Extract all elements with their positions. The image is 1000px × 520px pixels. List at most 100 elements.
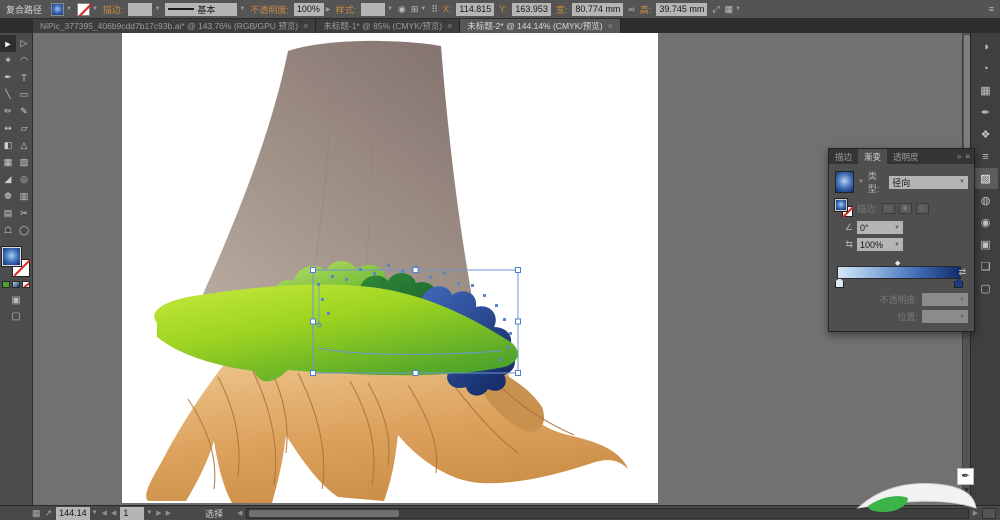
stroke-color-picker[interactable]: ▼ (77, 3, 98, 16)
stroke-gradient-within-button[interactable]: ▭ (882, 203, 895, 214)
tool-shape-builder[interactable]: ◧ (0, 137, 16, 154)
close-icon[interactable]: × (303, 21, 308, 31)
gradient-thumbnail[interactable] (835, 171, 854, 193)
dock-icon-artboards[interactable]: ▢ (974, 278, 998, 299)
window-resize-corner[interactable] (982, 508, 996, 519)
y-input[interactable]: 163.953 (512, 3, 551, 16)
dock-icon-gradient[interactable]: ▨ (974, 168, 998, 189)
gradient-angle-input[interactable]: 0°▼ (857, 221, 903, 234)
dock-icon-symbols[interactable]: ❖ (974, 124, 998, 145)
tool-gradient[interactable]: ▨ (16, 154, 32, 171)
hscroll-left-arrow[interactable]: ◀ (237, 509, 242, 517)
x-input[interactable]: 114.815 (456, 3, 494, 16)
document-tab-doc1[interactable]: NiPic_377395_406b9cdd7b17c93b.ai* @ 143.… (33, 19, 316, 33)
screen-mode-icon[interactable]: ▢ (11, 311, 20, 322)
tool-free-transform[interactable]: ▱ (16, 120, 32, 137)
tool-hand[interactable]: ☖ (0, 222, 16, 239)
width-profile-select[interactable]: 基本▼ (165, 3, 245, 16)
height-input[interactable]: 39.745 mm (656, 3, 707, 16)
tool-pen[interactable]: ✒ (0, 69, 16, 86)
none-mode-button[interactable] (22, 281, 30, 288)
transform-expand-icon[interactable]: ⤢ (712, 4, 719, 15)
tool-width-tool[interactable]: ↭ (0, 120, 16, 137)
stroke-gradient-along-button[interactable]: ◉ (899, 203, 912, 214)
fill-proxy-icon[interactable] (2, 247, 21, 266)
opacity-input[interactable]: 100%▶ (294, 3, 331, 16)
tool-symbol-sprayer[interactable]: ❁ (0, 188, 16, 205)
dock-icon-swatches[interactable]: ▦ (974, 80, 998, 101)
recolor-artwork-icon[interactable]: ◉ (398, 4, 406, 15)
tool-mesh[interactable]: ▦ (0, 154, 16, 171)
tool-rectangle[interactable]: ▭ (16, 86, 32, 103)
tool-type[interactable]: T (16, 69, 32, 86)
chevron-down-icon[interactable]: ▼ (858, 179, 864, 185)
horizontal-scrollbar-thumb[interactable] (249, 510, 399, 517)
tool-zoom-tool[interactable]: ◯ (16, 222, 32, 239)
reference-point-locator-icon[interactable]: ⠿ (431, 4, 438, 15)
reverse-gradient-icon[interactable]: ⇄ (958, 267, 966, 278)
dock-icon-transparency[interactable]: ◍ (974, 190, 998, 211)
dock-icon-layers[interactable]: ❏ (974, 256, 998, 277)
previous-artboard-button[interactable]: ◀ (111, 509, 116, 517)
grid-toggle-icon[interactable]: ▦ (32, 508, 41, 519)
fill-stroke-proxy[interactable] (2, 247, 30, 277)
gradient-ramp[interactable] (837, 266, 961, 279)
gradient-aspect-input[interactable]: 100%▼ (857, 238, 903, 251)
gradient-type-select[interactable]: 径向▼ (889, 176, 968, 189)
tool-direct-selection[interactable]: ▷ (16, 35, 32, 52)
constrain-proportions-icon[interactable]: ∞ (628, 4, 634, 14)
export-icon[interactable]: ↗ (45, 508, 53, 519)
artboard-number-select[interactable]: 1▼ (120, 507, 152, 520)
opacity-link[interactable]: 不透明度: (250, 3, 289, 16)
document-tab-doc3[interactable]: 未标题-2* @ 144.14% (CMYK/预览) × (460, 19, 620, 33)
next-artboard-button[interactable]: ▶ (156, 509, 161, 517)
tool-artboard-tool[interactable]: ▤ (0, 205, 16, 222)
hscroll-right-arrow[interactable]: ▶ (973, 509, 978, 517)
stroke-link[interactable]: 描边: (103, 3, 124, 16)
horizontal-scrollbar[interactable] (246, 508, 968, 519)
dock-icon-graphic-styles[interactable]: ▣ (974, 234, 998, 255)
dock-icon-brushes[interactable]: ✒ (974, 102, 998, 123)
fill-color-picker[interactable]: ▼ (51, 3, 72, 16)
last-artboard-button[interactable]: ▶ (166, 509, 171, 517)
tool-selection[interactable]: ► (0, 35, 16, 52)
tool-magic-wand[interactable]: ✶ (0, 52, 16, 69)
tab-gradient[interactable]: 渐变 (858, 149, 887, 164)
align-menu[interactable]: ⊞▼ (411, 4, 427, 15)
drawing-mode-icon[interactable]: ▣ (11, 295, 20, 306)
dock-icon-stroke[interactable]: ≡ (974, 146, 998, 167)
tool-lasso[interactable]: ◠ (16, 52, 32, 69)
gradient-stop-end[interactable] (954, 278, 963, 288)
tool-pencil[interactable]: ✎ (16, 103, 32, 120)
first-artboard-button[interactable]: ◀ (102, 509, 107, 517)
tool-column-graph[interactable]: ▥ (16, 188, 32, 205)
collapse-panel-icon[interactable]: » (957, 152, 961, 161)
tab-stroke[interactable]: 描边 (829, 149, 858, 164)
stroke-gradient-across-button[interactable]: ◎ (916, 203, 929, 214)
gradient-mode-button[interactable] (12, 281, 20, 288)
dock-icon-color-guide[interactable]: ◔ (974, 58, 998, 79)
tool-eyedropper[interactable]: ◢ (0, 171, 16, 188)
panel-fill-stroke-proxy[interactable] (835, 199, 853, 217)
stroke-weight-input[interactable]: ▼ (128, 3, 160, 16)
width-input[interactable]: 80.774 mm (572, 3, 623, 16)
dock-icon-color[interactable]: ◑ (974, 36, 998, 57)
document-tab-doc2[interactable]: 未标题-1* @ 85% (CMYK/预览) × (316, 19, 460, 33)
tool-slice[interactable]: ✂ (16, 205, 32, 222)
gradient-stop-start[interactable] (835, 278, 844, 288)
shape-menu[interactable]: ▦▼ (725, 4, 741, 15)
color-mode-button[interactable] (2, 281, 10, 288)
artboard[interactable] (122, 33, 658, 503)
tab-transparency[interactable]: 透明度 (887, 149, 925, 164)
style-select[interactable]: ▼ (361, 3, 393, 16)
close-icon[interactable]: × (608, 21, 613, 31)
dock-icon-appearance[interactable]: ◉ (974, 212, 998, 233)
zoom-level-select[interactable]: 144.14▼ (56, 507, 97, 520)
tool-paintbrush[interactable]: ✏ (0, 103, 16, 120)
tool-blend[interactable]: ◎ (16, 171, 32, 188)
dock-toggle-icon[interactable]: ≡ (989, 4, 994, 14)
tool-perspective-grid[interactable]: △ (16, 137, 32, 154)
close-icon[interactable]: × (447, 21, 452, 31)
panel-menu-icon[interactable]: ≡ (965, 152, 970, 161)
tool-line-segment[interactable]: ╲ (0, 86, 16, 103)
